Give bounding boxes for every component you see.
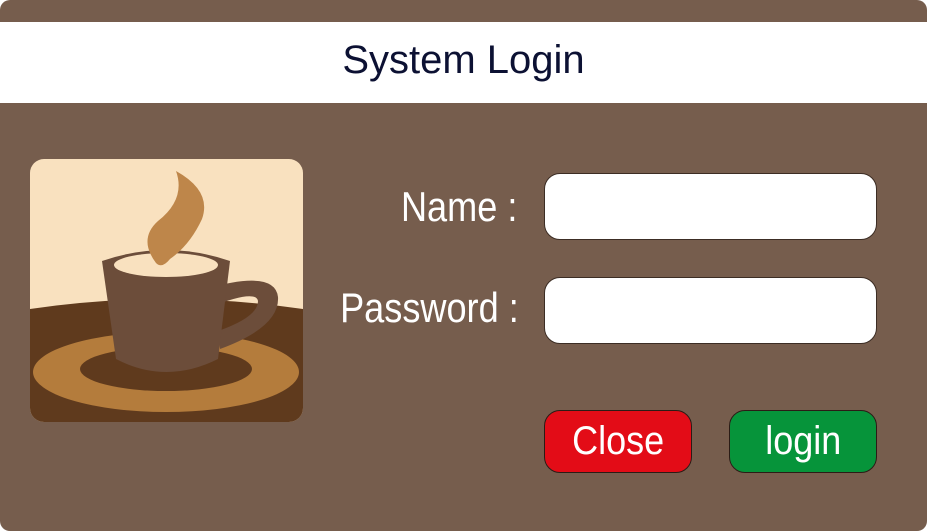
password-input[interactable]	[544, 277, 877, 344]
title-bar: System Login	[0, 22, 927, 103]
close-button[interactable]: Close	[544, 410, 692, 473]
close-button-label: Close	[571, 419, 665, 463]
dialog-title: System Login	[342, 38, 585, 82]
name-input[interactable]	[544, 173, 877, 240]
login-button-label: login	[764, 419, 842, 463]
password-label: Password :	[340, 284, 519, 331]
name-label: Name :	[400, 183, 517, 230]
login-button[interactable]: login	[729, 410, 877, 473]
coffee-cup-icon	[30, 159, 303, 422]
login-dialog: System Login Name : Password : Close log…	[0, 0, 927, 531]
